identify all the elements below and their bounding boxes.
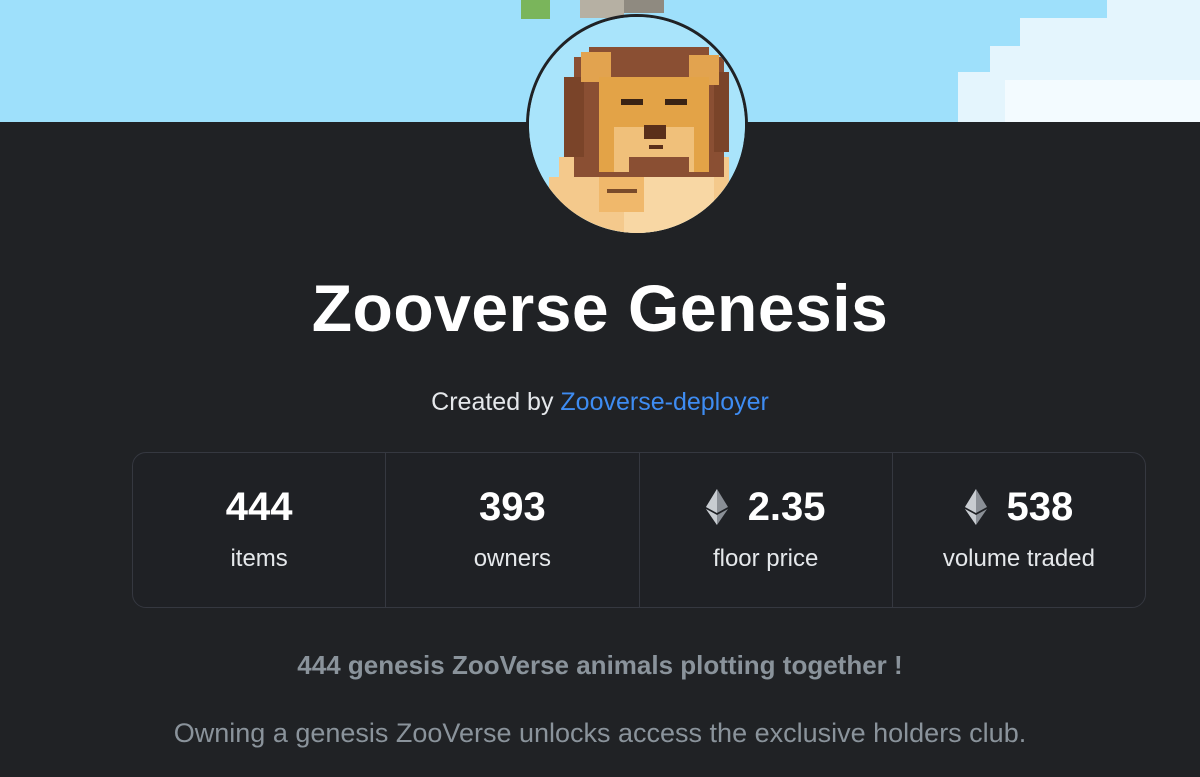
creator-link[interactable]: Zooverse-deployer: [560, 388, 768, 416]
stats-panel: 444 items 393 owners 2.35 floor price 53…: [132, 452, 1146, 608]
stat-label: floor price: [712, 545, 819, 572]
creator-line: Created by Zooverse-deployer: [0, 388, 1200, 417]
banner-cloud: [1005, 80, 1200, 122]
banner-cloud: [1107, 0, 1200, 18]
stat-value: 538: [1006, 484, 1074, 529]
collection-title: Zooverse Genesis: [311, 271, 889, 345]
stat-label: items: [230, 545, 288, 572]
stat-value: 393: [479, 484, 546, 529]
stat-value: 444: [225, 484, 293, 529]
stat-owners[interactable]: 393 owners: [386, 453, 640, 607]
description-headline: 444 genesis ZooVerse animals plotting to…: [297, 650, 903, 680]
description-body: Owning a genesis ZooVerse unlocks access…: [173, 718, 1027, 748]
ethereum-icon: [705, 489, 728, 525]
stat-label: volume traded: [942, 545, 1095, 572]
banner-cloud: [1020, 18, 1200, 46]
created-by-label: Created by: [431, 388, 554, 416]
collection-avatar: [526, 14, 748, 236]
ethereum-icon: [964, 489, 987, 525]
stat-floor-price[interactable]: 2.35 floor price: [640, 453, 893, 607]
banner-pixel-block: [521, 0, 550, 19]
stat-items[interactable]: 444 items: [133, 453, 387, 607]
banner-pixel-block: [624, 0, 664, 13]
banner-cloud: [990, 46, 1200, 72]
lion-avatar-image: [529, 17, 745, 233]
stat-label: owners: [473, 545, 552, 572]
stat-value: 2.35: [747, 484, 826, 529]
stat-volume-traded[interactable]: 538 volume traded: [893, 453, 1145, 607]
